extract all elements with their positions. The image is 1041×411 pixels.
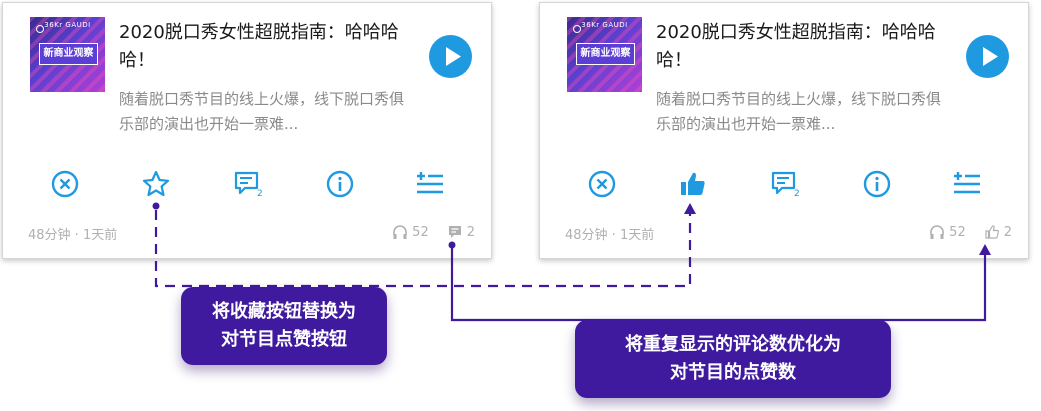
callout-line: 将收藏按钮替换为 bbox=[212, 301, 356, 322]
callout-comment-to-like-count: 将重复显示的评论数优化为 对节目的点赞数 bbox=[575, 320, 891, 398]
callout-line: 对节目点赞按钮 bbox=[221, 329, 347, 350]
callout-line: 对节目的点赞数 bbox=[670, 362, 796, 383]
callout-favorite-to-like: 将收藏按钮替换为 对节目点赞按钮 bbox=[181, 287, 387, 365]
callout-line: 将重复显示的评论数优化为 bbox=[625, 334, 841, 355]
solid-connector bbox=[448, 241, 991, 322]
dashed-connector bbox=[152, 202, 696, 288]
